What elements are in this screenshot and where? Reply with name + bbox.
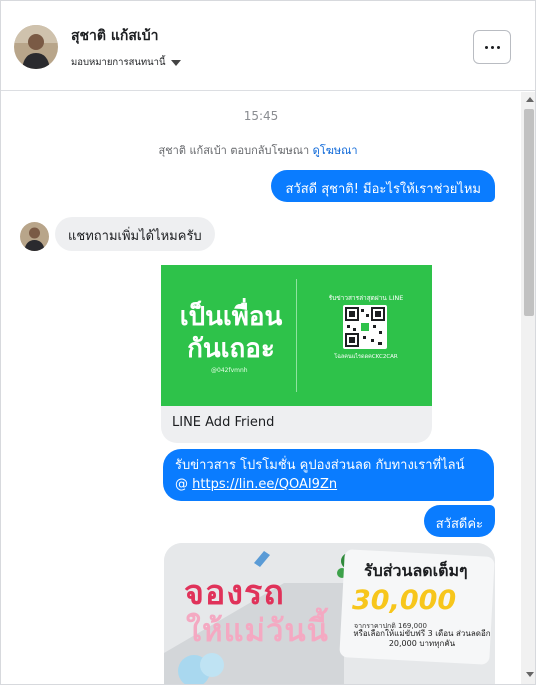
sender-avatar [20,222,49,251]
scroll-up-icon[interactable] [526,97,534,102]
assign-conversation-dropdown[interactable]: มอบหมายการสนทนานี้ [71,55,181,70]
caret-down-icon [170,59,181,66]
scrollbar-thumb[interactable] [524,109,534,316]
outgoing-message[interactable]: สวัสดีค่ะ [423,505,495,537]
contact-avatar[interactable] [14,25,58,69]
at-sign: @ [175,477,193,492]
more-horizontal-icon [484,45,488,49]
contact-name[interactable]: สุชาติ แก้สเบ้า [71,25,158,47]
qr-bottom-text: โฉลคนแไรดดคCKC2CAR [334,354,398,360]
line-link[interactable]: https://lin.ee/QOAI9Zn [192,477,337,492]
qr-code-icon [343,305,387,349]
conversation-header: สุชาติ แก้สเบ้า มอบหมายการสนทนานี้ [1,1,535,91]
promo-subtitle: ให้แม่วันนี้ [186,613,329,649]
view-ad-link[interactable]: ดูโฆษณา [313,144,358,157]
message-timestamp: 15:45 [243,109,279,123]
ad-reply-text: สุชาติ แก้สเบ้า ตอบกลับโฆษณา [158,144,310,157]
message-thread: 15:45 สุชาติ แก้สเบ้า ตอบกลับโฆษณา ดูโฆษ… [1,92,521,684]
incoming-message[interactable]: แชทถามเพิ่มได้ไหมครับ [55,217,215,251]
promo-image[interactable]: จองรถ ให้แม่วันนี้ รับส่วนลดเต็มๆ 30,000… [164,543,495,684]
promo-detail: หรือเลือกให้แม่ขับฟรี 3 เดือน ส่วนลดอีก … [353,629,491,648]
outgoing-message-link[interactable]: รับข่าวสาร โปรโมชั่น คูปองส่วนลด กับทางเ… [163,449,494,501]
more-options-button[interactable] [473,30,511,64]
line-id: @042fvmnh [211,367,248,374]
ad-reply-note: สุชาติ แก้สเบ้า ตอบกลับโฆษณา ดูโฆษณา [1,141,515,159]
assign-label: มอบหมายการสนทนานี้ [71,57,166,68]
card-headline: เป็นเพื่อน กันเถอะ [179,302,283,364]
line-add-friend-image: เป็นเพื่อน กันเถอะ @042fvmnh รับข่าวสารล… [161,265,432,406]
card-divider [296,279,297,392]
line-add-friend-card[interactable]: เป็นเพื่อน กันเถอะ @042fvmnh รับข่าวสารล… [161,265,432,443]
promo-amount: 30,000 [352,585,457,616]
chat-window: สุชาติ แก้สเบ้า มอบหมายการสนทนานี้ 15:45… [0,0,536,685]
qr-caption: รับข่าวสารล่าสุดผ่าน LINE [328,294,404,302]
outgoing-message[interactable]: สวัสดี สุชาติ! มีอะไรให้เราช่วยไหม [271,170,495,202]
card-title: LINE Add Friend [172,415,275,430]
message-text: รับข่าวสาร โปรโมชั่น คูปองส่วนลด กับทางเ… [175,458,465,473]
promo-headline: รับส่วนลดเต็มๆ [364,561,468,580]
scroll-down-icon[interactable] [526,672,534,677]
